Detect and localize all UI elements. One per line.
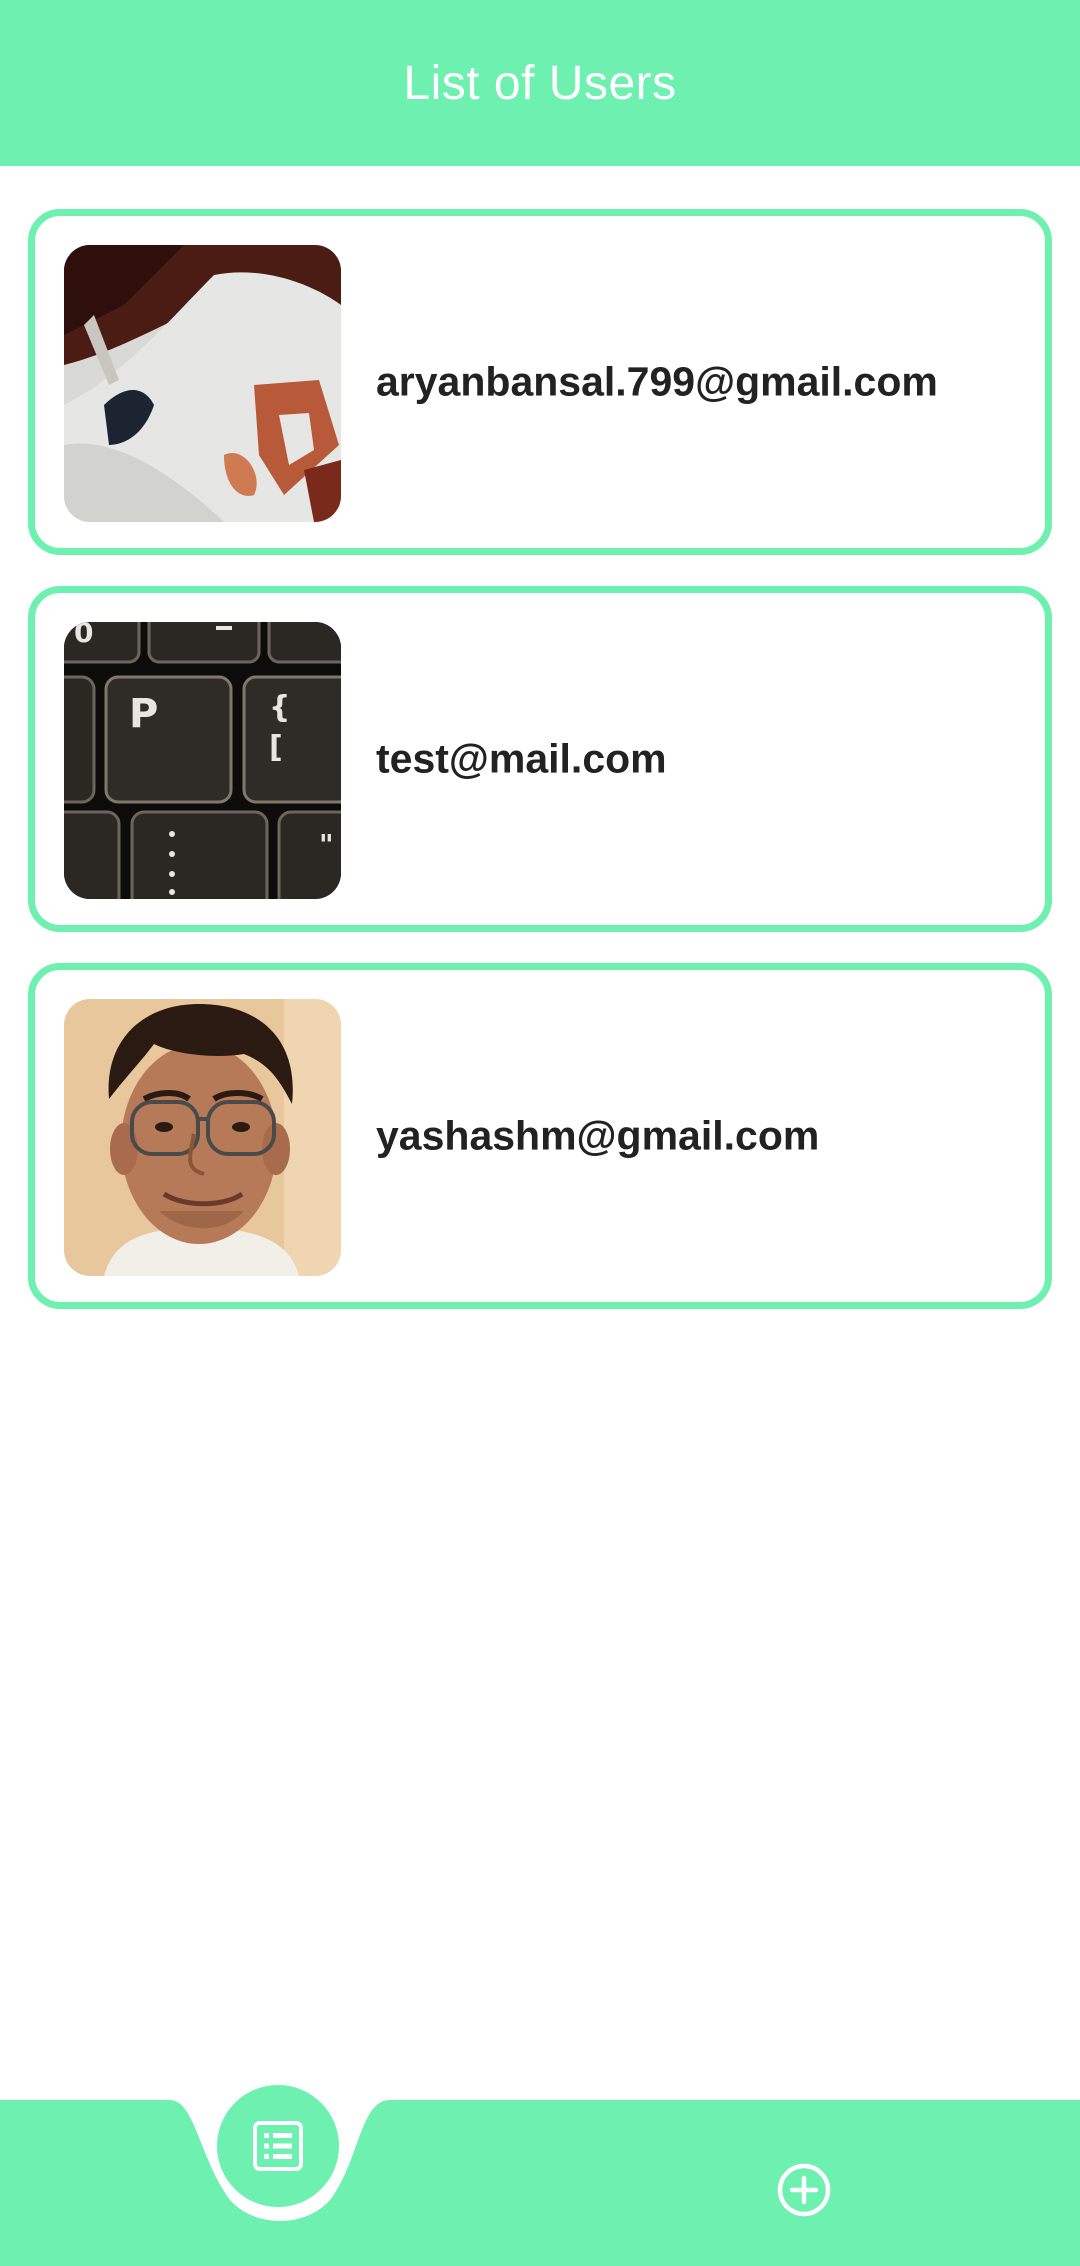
svg-text:{: { — [269, 690, 290, 725]
user-list: aryanbansal.799@gmail.com P { [ 0 " test… — [28, 209, 1052, 1340]
list-nav-button[interactable] — [217, 2085, 339, 2207]
svg-text:0: 0 — [74, 622, 93, 649]
page-title: List of Users — [403, 56, 677, 110]
svg-text:[: [ — [269, 730, 283, 765]
bottom-nav-background — [0, 2100, 1080, 2266]
add-user-nav-button[interactable] — [774, 2160, 834, 2220]
svg-text:": " — [319, 828, 334, 861]
avatar — [64, 245, 341, 522]
app-bar: List of Users — [0, 0, 1080, 166]
user-card[interactable]: P { [ 0 " test@mail.com — [28, 586, 1052, 932]
svg-text:P: P — [129, 691, 158, 737]
user-card[interactable]: aryanbansal.799@gmail.com — [28, 209, 1052, 555]
user-card[interactable]: yashashm@gmail.com — [28, 963, 1052, 1309]
list-icon — [253, 2121, 303, 2171]
avatar — [64, 999, 341, 1276]
avatar: P { [ 0 " — [64, 622, 341, 899]
user-email: test@mail.com — [376, 735, 667, 782]
bottom-nav — [0, 2085, 1080, 2266]
user-email: yashashm@gmail.com — [376, 1112, 820, 1159]
user-email: aryanbansal.799@gmail.com — [376, 358, 938, 405]
add-circle-icon — [777, 2163, 831, 2217]
